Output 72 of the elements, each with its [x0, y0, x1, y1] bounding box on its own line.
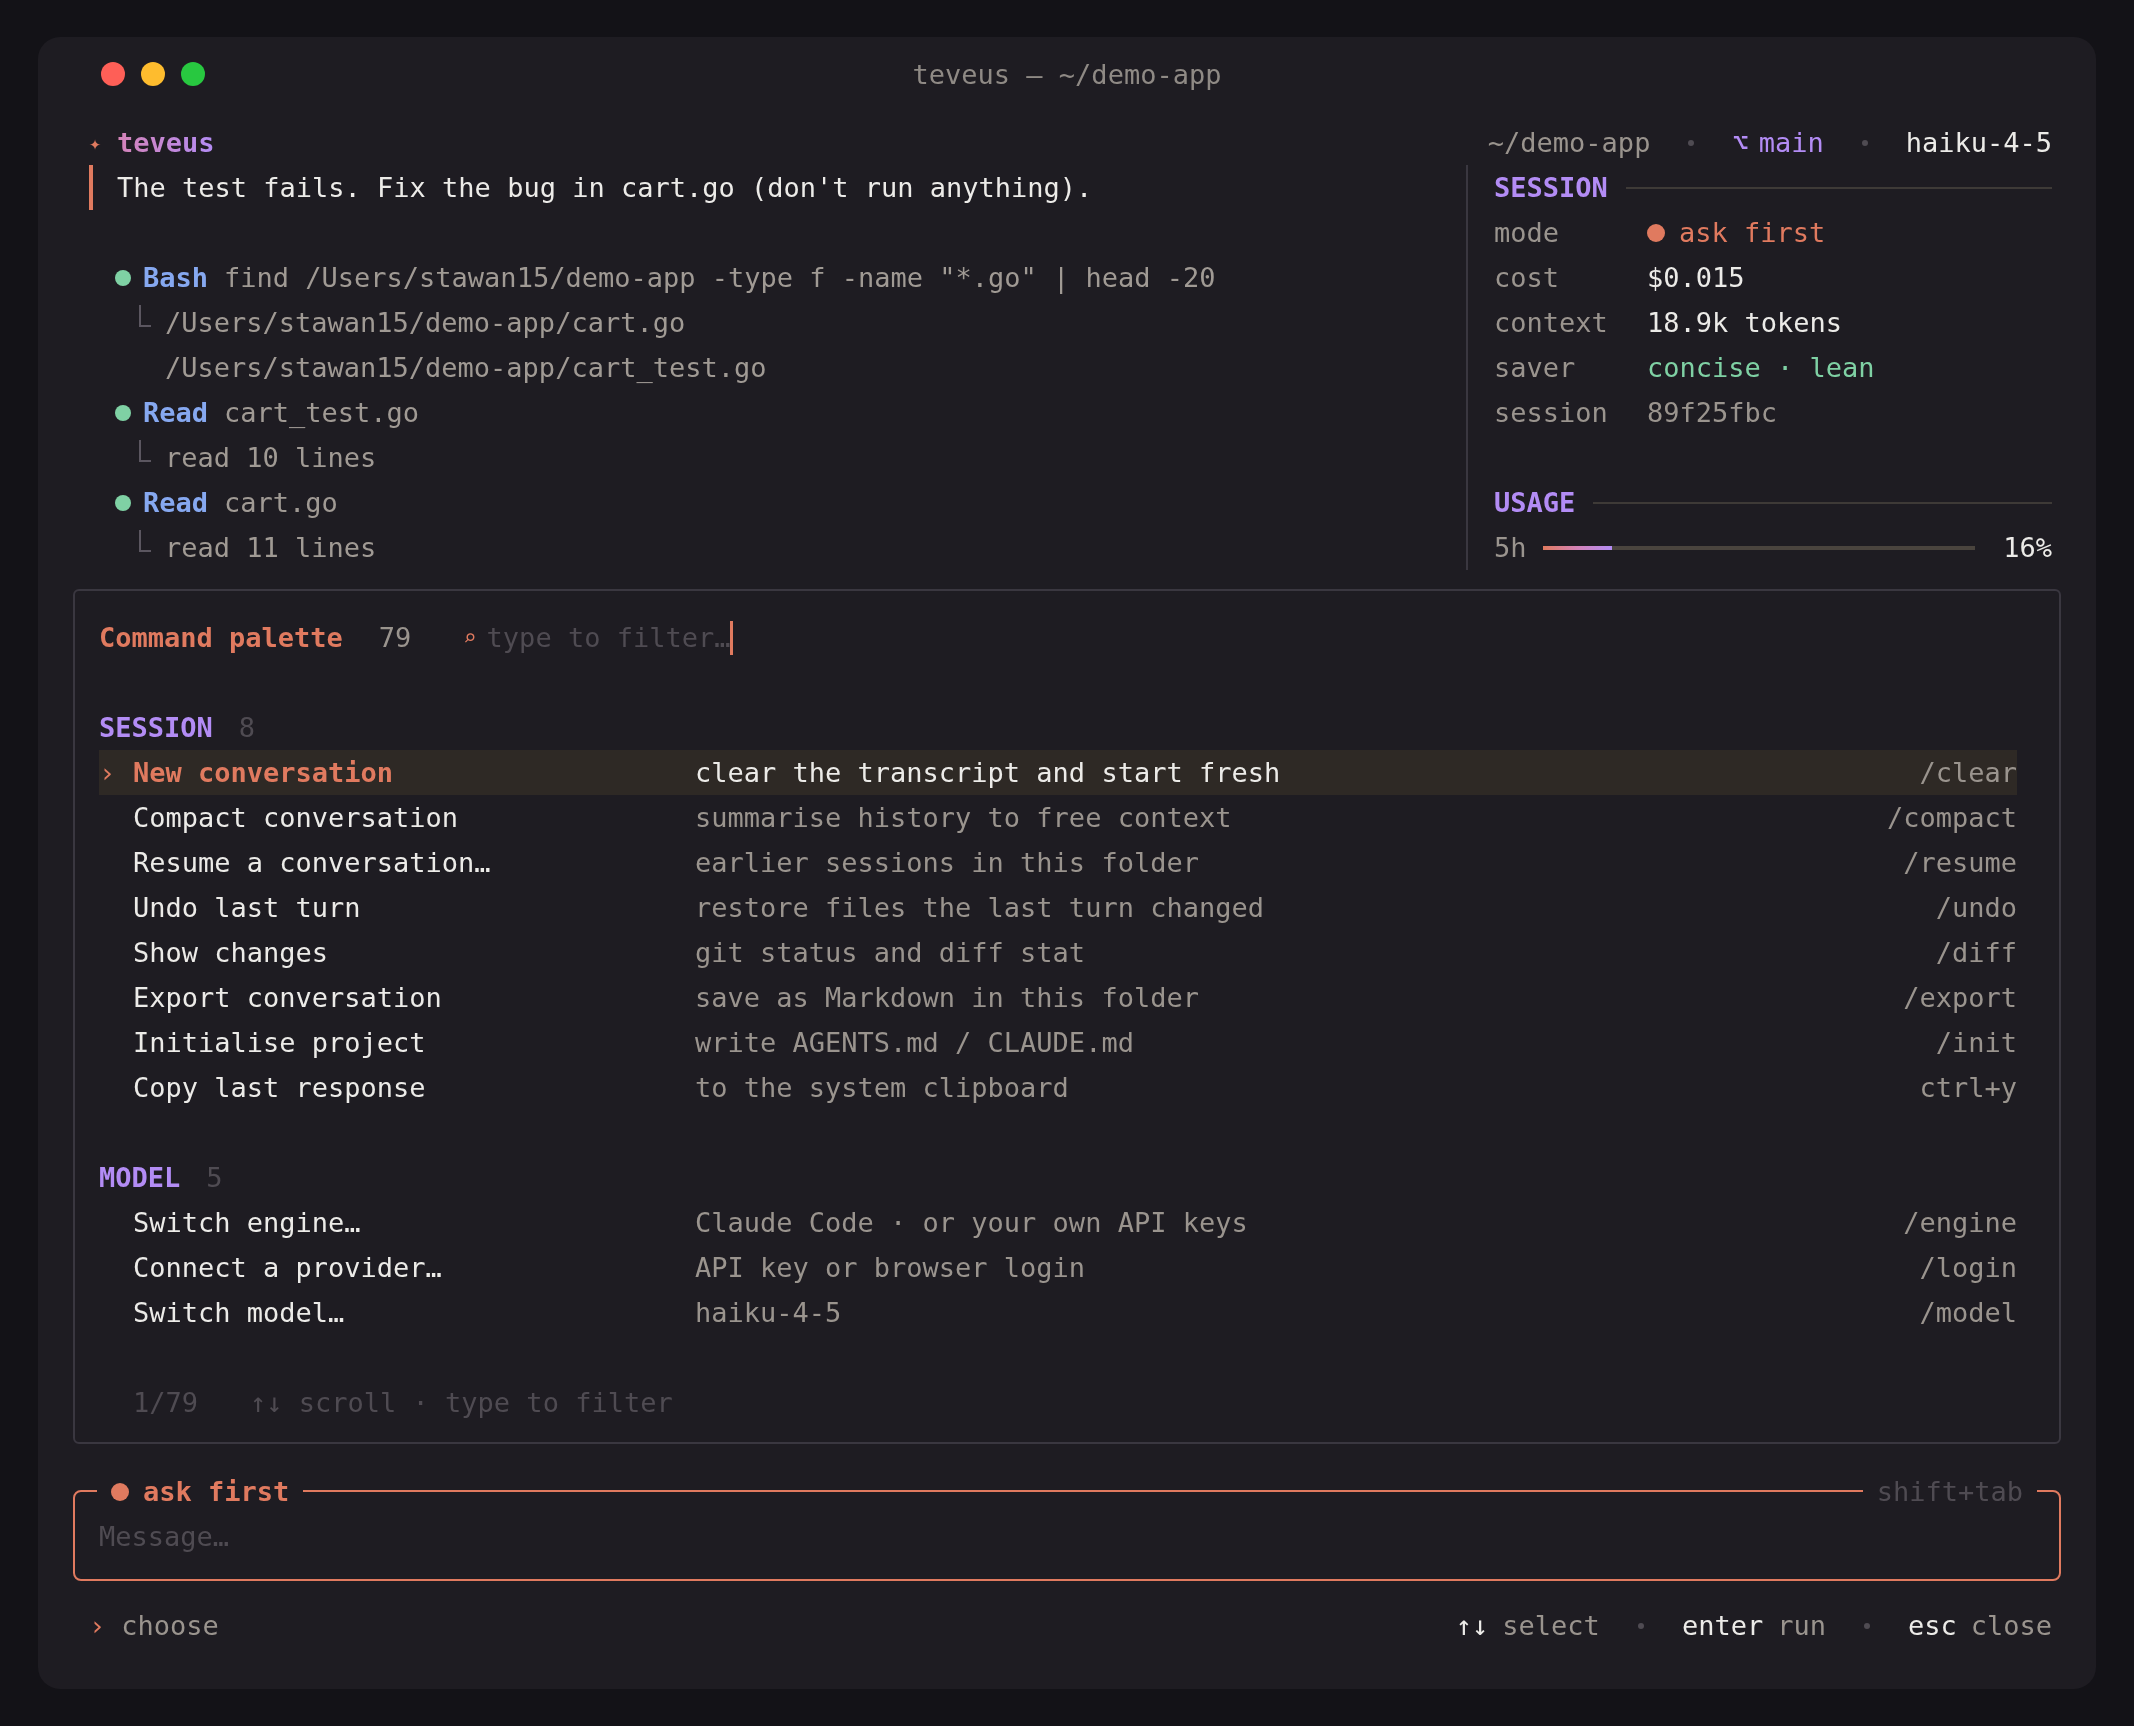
tool-name: Read: [143, 487, 209, 518]
path-label: ~/demo-app: [1487, 127, 1651, 158]
key-label: enter: [1681, 1610, 1764, 1641]
key-action: select: [1502, 1610, 1600, 1641]
field-label: cost: [1494, 262, 1561, 293]
command-count: 79: [378, 622, 412, 653]
window-title: teveus — ~/demo-app: [912, 58, 1222, 90]
group-heading: MODEL: [99, 1162, 181, 1193]
mode-label: ask first: [143, 1476, 290, 1507]
tool-output: /Users/stawan15/demo-app/cart_test.go: [165, 352, 767, 383]
branch-name: main: [1758, 127, 1824, 158]
command-item[interactable]: Undo last turn restore files the last turn changed /undo: [99, 885, 2017, 930]
tool-args: find /Users/stawan15/demo-app -type f -name "*.go" | head -20: [224, 262, 1216, 293]
user-prompt: The test fails. Fix the bug in cart.go (don't run anything).: [89, 165, 1456, 210]
tool-name: Bash: [143, 262, 209, 293]
command-item[interactable]: Compact conversation summarise history to free context /compact: [99, 795, 2017, 840]
field-label: context: [1494, 307, 1609, 338]
model-name: haiku-4-5: [1905, 127, 2052, 158]
search-icon: ⌕: [463, 625, 477, 650]
sparkle-icon: ✦: [89, 130, 117, 155]
key-label: esc: [1907, 1610, 1957, 1641]
tool-output: read 10 lines: [165, 442, 377, 473]
branch-icon: ⌥: [1732, 127, 1749, 158]
field-value: ask first: [1679, 217, 1826, 248]
tool-args: cart.go: [224, 487, 338, 518]
prompt-glyph: ›: [89, 1610, 106, 1641]
command-item[interactable]: Connect a provider… API key or browser login /login: [99, 1245, 2017, 1290]
status-dot: [115, 404, 131, 421]
command-item[interactable]: Switch engine… Claude Code · or your own API keys /engine: [99, 1200, 2017, 1245]
tree-connector: [139, 529, 151, 552]
tool-name: Read: [143, 397, 209, 428]
separator-dot: [1863, 1622, 1870, 1629]
footer-label: choose: [121, 1610, 219, 1641]
status-dot: [115, 494, 131, 511]
palette-title: Command palette: [99, 622, 343, 653]
group-heading: SESSION: [99, 712, 213, 743]
field-label: session: [1494, 397, 1609, 428]
tree-connector: [139, 439, 151, 462]
command-item[interactable]: › New conversation clear the transcript and start fresh /clear: [99, 750, 2017, 795]
tool-args: cart_test.go: [224, 397, 420, 428]
field-value: 89f25fbc: [1647, 397, 1778, 428]
key-action: close: [1970, 1610, 2052, 1641]
tree-connector: [139, 304, 151, 327]
mode-dot: [1647, 223, 1665, 242]
separator-dot: [1688, 139, 1695, 146]
usage-reading: 16%: [2003, 532, 2052, 563]
usage-label: 5h: [1494, 532, 1527, 563]
command-item[interactable]: Initialise project write AGENTS.md / CLAUDE.md /init: [99, 1020, 2017, 1065]
minimize-button[interactable]: [141, 62, 165, 86]
command-item[interactable]: Show changes git status and diff stat /diff: [99, 930, 2017, 975]
key-action: run: [1777, 1610, 1826, 1641]
text-cursor: [730, 620, 734, 655]
section-heading: USAGE: [1494, 487, 1576, 518]
field-value: 18.9k tokens: [1647, 307, 1843, 338]
command-item[interactable]: Switch model… haiku-4-5 /model: [99, 1290, 2017, 1335]
mode-dot: [111, 1482, 129, 1501]
tool-output: read 11 lines: [165, 532, 377, 563]
field-value: $0.015: [1647, 262, 1745, 293]
command-item[interactable]: Copy last response to the system clipboard ctrl+y: [99, 1065, 2017, 1110]
separator-dot: [1861, 139, 1868, 146]
command-item[interactable]: Resume a conversation… earlier sessions in this folder /resume: [99, 840, 2017, 885]
field-label: saver: [1494, 352, 1577, 383]
command-item[interactable]: Export conversation save as Markdown in this folder /export: [99, 975, 2017, 1020]
zoom-button[interactable]: [181, 62, 205, 86]
tool-output: /Users/stawan15/demo-app/cart.go: [165, 307, 686, 338]
field-label: mode: [1494, 217, 1561, 248]
status-dot: [115, 269, 131, 286]
key-label: ↑↓: [1455, 1610, 1489, 1641]
separator-dot: [1637, 1622, 1644, 1629]
field-value: concise · lean: [1647, 352, 1875, 383]
section-heading: SESSION: [1494, 172, 1608, 203]
close-button[interactable]: [101, 62, 125, 86]
